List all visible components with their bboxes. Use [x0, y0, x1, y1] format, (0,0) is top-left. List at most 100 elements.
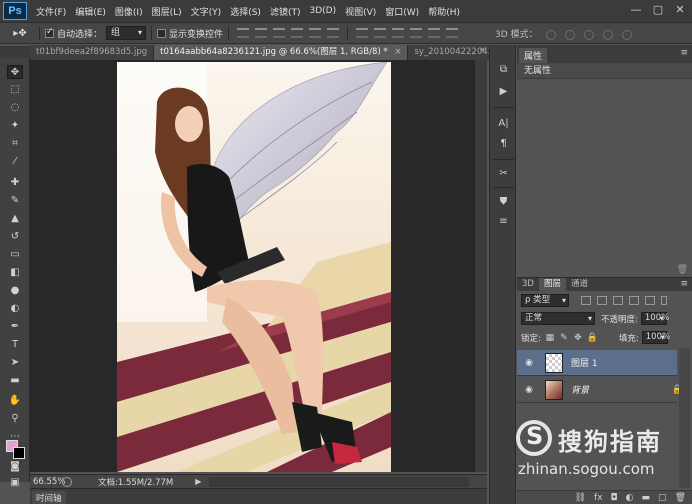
actions-panel-icon[interactable]: ▶	[496, 85, 511, 98]
fill-input[interactable]: 100%	[641, 331, 670, 344]
adjustment-icon[interactable]: ◐	[626, 493, 634, 503]
layer-row[interactable]: ◉ 背景 🔒	[517, 377, 683, 403]
restore-button[interactable]: ▢	[650, 2, 666, 18]
3d-pan-icon[interactable]	[584, 29, 595, 40]
3d-scale-icon[interactable]	[621, 29, 632, 40]
lock-all-icon[interactable]: 🔒	[587, 333, 598, 343]
tool-presets-icon[interactable]: ✂	[496, 167, 511, 180]
background-color-swatch[interactable]	[13, 447, 25, 459]
distribute-bottom-icon[interactable]	[392, 28, 405, 38]
auto-select-checkbox[interactable]	[45, 27, 54, 38]
quick-mask-icon[interactable]: ◙	[7, 460, 23, 474]
filter-pixel-icon[interactable]	[581, 296, 591, 305]
blend-mode-dropdown[interactable]: 正常	[521, 312, 595, 325]
filter-type-icon[interactable]	[613, 296, 623, 305]
timeline-tab[interactable]: 时间轴	[32, 491, 66, 504]
toolbar-header[interactable]	[0, 46, 30, 58]
show-transform-option[interactable]: 显示变换控件	[157, 27, 223, 40]
path-selection-tool-icon[interactable]: ➤	[7, 356, 23, 370]
distribute-right-icon[interactable]	[446, 28, 459, 38]
menu-filter[interactable]: 滤镜(T)	[270, 5, 301, 18]
menu-window[interactable]: 窗口(W)	[385, 5, 419, 18]
3d-roll-icon[interactable]	[565, 29, 576, 40]
auto-select-dropdown[interactable]: 组	[106, 26, 147, 40]
dodge-tool-icon[interactable]: ◐	[7, 302, 23, 316]
history-panel-icon[interactable]: ⧉	[496, 63, 511, 76]
tab-document-2[interactable]: t0164aabb64a8236121.jpg @ 66.6%(图层 1, RG…	[154, 45, 409, 60]
hand-tool-icon[interactable]: ✋	[7, 394, 23, 408]
auto-select-option[interactable]: 自动选择：	[45, 27, 102, 40]
clone-stamp-tool-icon[interactable]: ▲	[7, 212, 23, 226]
type-tool-icon[interactable]: T	[7, 338, 23, 352]
menu-file[interactable]: 文件(F)	[36, 5, 66, 18]
marquee-tool-icon[interactable]: ⬚	[7, 83, 23, 97]
lasso-tool-icon[interactable]: ◌	[7, 101, 23, 115]
clone-source-icon[interactable]: ⛊	[496, 195, 511, 208]
menu-layer[interactable]: 图层(L)	[152, 5, 182, 18]
horizontal-scrollbar[interactable]	[209, 476, 470, 487]
eraser-tool-icon[interactable]: ▭	[7, 248, 23, 262]
opacity-input[interactable]: 100%	[640, 312, 669, 325]
blur-tool-icon[interactable]: ●	[7, 284, 23, 298]
healing-brush-tool-icon[interactable]: ✚	[7, 176, 23, 190]
eyedropper-tool-icon[interactable]: ⁄	[7, 155, 23, 169]
menu-help[interactable]: 帮助(H)	[428, 5, 460, 18]
3d-slide-icon[interactable]	[603, 29, 614, 40]
menu-type[interactable]: 文字(Y)	[191, 5, 222, 18]
close-button[interactable]: ✕	[672, 2, 688, 18]
screen-mode-icon[interactable]: ▣	[7, 476, 23, 490]
filter-toggle-icon[interactable]	[661, 296, 667, 305]
menu-3d[interactable]: 3D(D)	[309, 6, 336, 16]
align-middle-icon[interactable]	[255, 28, 268, 38]
filter-shape-icon[interactable]	[629, 296, 639, 305]
align-left-icon[interactable]	[291, 28, 304, 38]
show-transform-checkbox[interactable]	[157, 28, 167, 38]
menu-select[interactable]: 选择(S)	[230, 5, 261, 18]
tab-properties[interactable]: 属性	[519, 48, 548, 63]
mask-icon[interactable]: ◘	[611, 493, 618, 503]
tab-channels[interactable]: 通道	[566, 278, 593, 291]
folder-icon[interactable]: ▬	[642, 493, 651, 503]
magic-wand-tool-icon[interactable]: ✦	[7, 119, 23, 133]
distribute-top-icon[interactable]	[356, 28, 369, 38]
layer-filter-dropdown[interactable]: ρ 类型	[521, 294, 569, 307]
history-brush-tool-icon[interactable]: ↺	[7, 230, 23, 244]
character-panel-icon[interactable]: A|	[496, 117, 511, 130]
tab-layers[interactable]: 图层	[538, 278, 566, 291]
minimize-button[interactable]: —	[628, 2, 644, 18]
tab-document-1[interactable]: t01bf9deea2f89683d5.jpg	[30, 45, 155, 60]
new-layer-icon[interactable]: ▢	[658, 493, 667, 503]
crop-tool-icon[interactable]: ⌗	[7, 137, 23, 151]
align-top-icon[interactable]	[237, 28, 250, 38]
menu-view[interactable]: 视图(V)	[345, 5, 376, 18]
distribute-left-icon[interactable]	[410, 28, 423, 38]
gradient-tool-icon[interactable]: ◧	[7, 266, 23, 280]
shape-tool-icon[interactable]: ▬	[7, 374, 23, 388]
brush-presets-icon[interactable]: ≡	[496, 215, 511, 228]
tab-3d[interactable]: 3D	[517, 278, 539, 291]
tab-close-icon[interactable]: ×	[394, 47, 401, 57]
filter-smart-object-icon[interactable]	[645, 296, 655, 305]
align-bottom-icon[interactable]	[273, 28, 286, 38]
panel-menu-icon[interactable]: ≡	[680, 279, 688, 289]
visibility-eye-icon[interactable]: ◉	[521, 358, 537, 368]
move-tool-icon[interactable]: ✥	[7, 65, 23, 79]
3d-rotate-icon[interactable]	[546, 29, 557, 40]
zoom-tool-icon[interactable]: ⚲	[7, 412, 23, 426]
document-canvas-image[interactable]	[117, 62, 391, 472]
lock-transparent-icon[interactable]: ▦	[545, 333, 555, 343]
move-tool-preset-icon[interactable]: ▸✥	[6, 25, 34, 41]
trash-icon[interactable]: 🗑	[675, 493, 686, 503]
layer-row[interactable]: ◉ 图层 1	[517, 350, 677, 376]
canvas-vertical-scrollbar[interactable]	[475, 60, 487, 472]
link-icon[interactable]: ⛓	[575, 493, 586, 503]
align-right-icon[interactable]	[327, 28, 340, 38]
menu-edit[interactable]: 编辑(E)	[75, 5, 106, 18]
distribute-middle-icon[interactable]	[374, 28, 387, 38]
canvas-area[interactable]	[30, 60, 475, 472]
lock-image-icon[interactable]: ✎	[559, 333, 569, 343]
brush-tool-icon[interactable]: ✎	[7, 194, 23, 208]
panel-menu-icon[interactable]: ≡	[680, 48, 688, 58]
paragraph-panel-icon[interactable]: ¶	[496, 137, 511, 150]
distribute-center-icon[interactable]	[428, 28, 441, 38]
